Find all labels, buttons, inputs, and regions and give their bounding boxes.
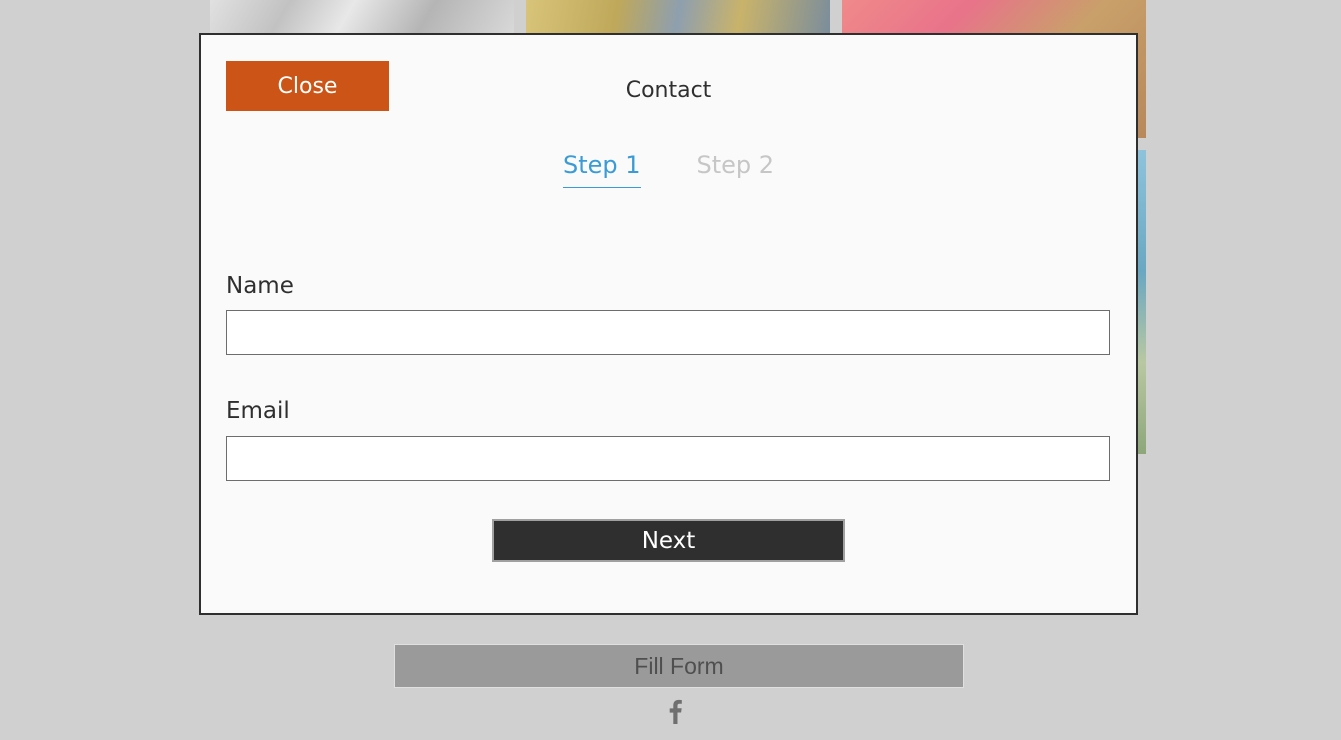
name-field[interactable] bbox=[226, 310, 1110, 355]
contact-modal: Close Contact Step 1 Step 2 Name Email N… bbox=[199, 33, 1138, 615]
gallery-image-2 bbox=[526, 0, 830, 34]
facebook-icon[interactable] bbox=[664, 697, 688, 725]
email-field[interactable] bbox=[226, 436, 1110, 481]
email-label: Email bbox=[226, 398, 290, 424]
name-label: Name bbox=[226, 273, 294, 299]
step-tabs: Step 1 Step 2 bbox=[201, 151, 1136, 188]
modal-title: Contact bbox=[625, 78, 712, 103]
gallery-image-1 bbox=[210, 0, 514, 34]
next-button[interactable]: Next bbox=[492, 519, 845, 562]
tab-step-1[interactable]: Step 1 bbox=[562, 151, 641, 188]
fill-form-button[interactable]: Fill Form bbox=[394, 644, 964, 688]
tab-step-2[interactable]: Step 2 bbox=[697, 151, 775, 188]
